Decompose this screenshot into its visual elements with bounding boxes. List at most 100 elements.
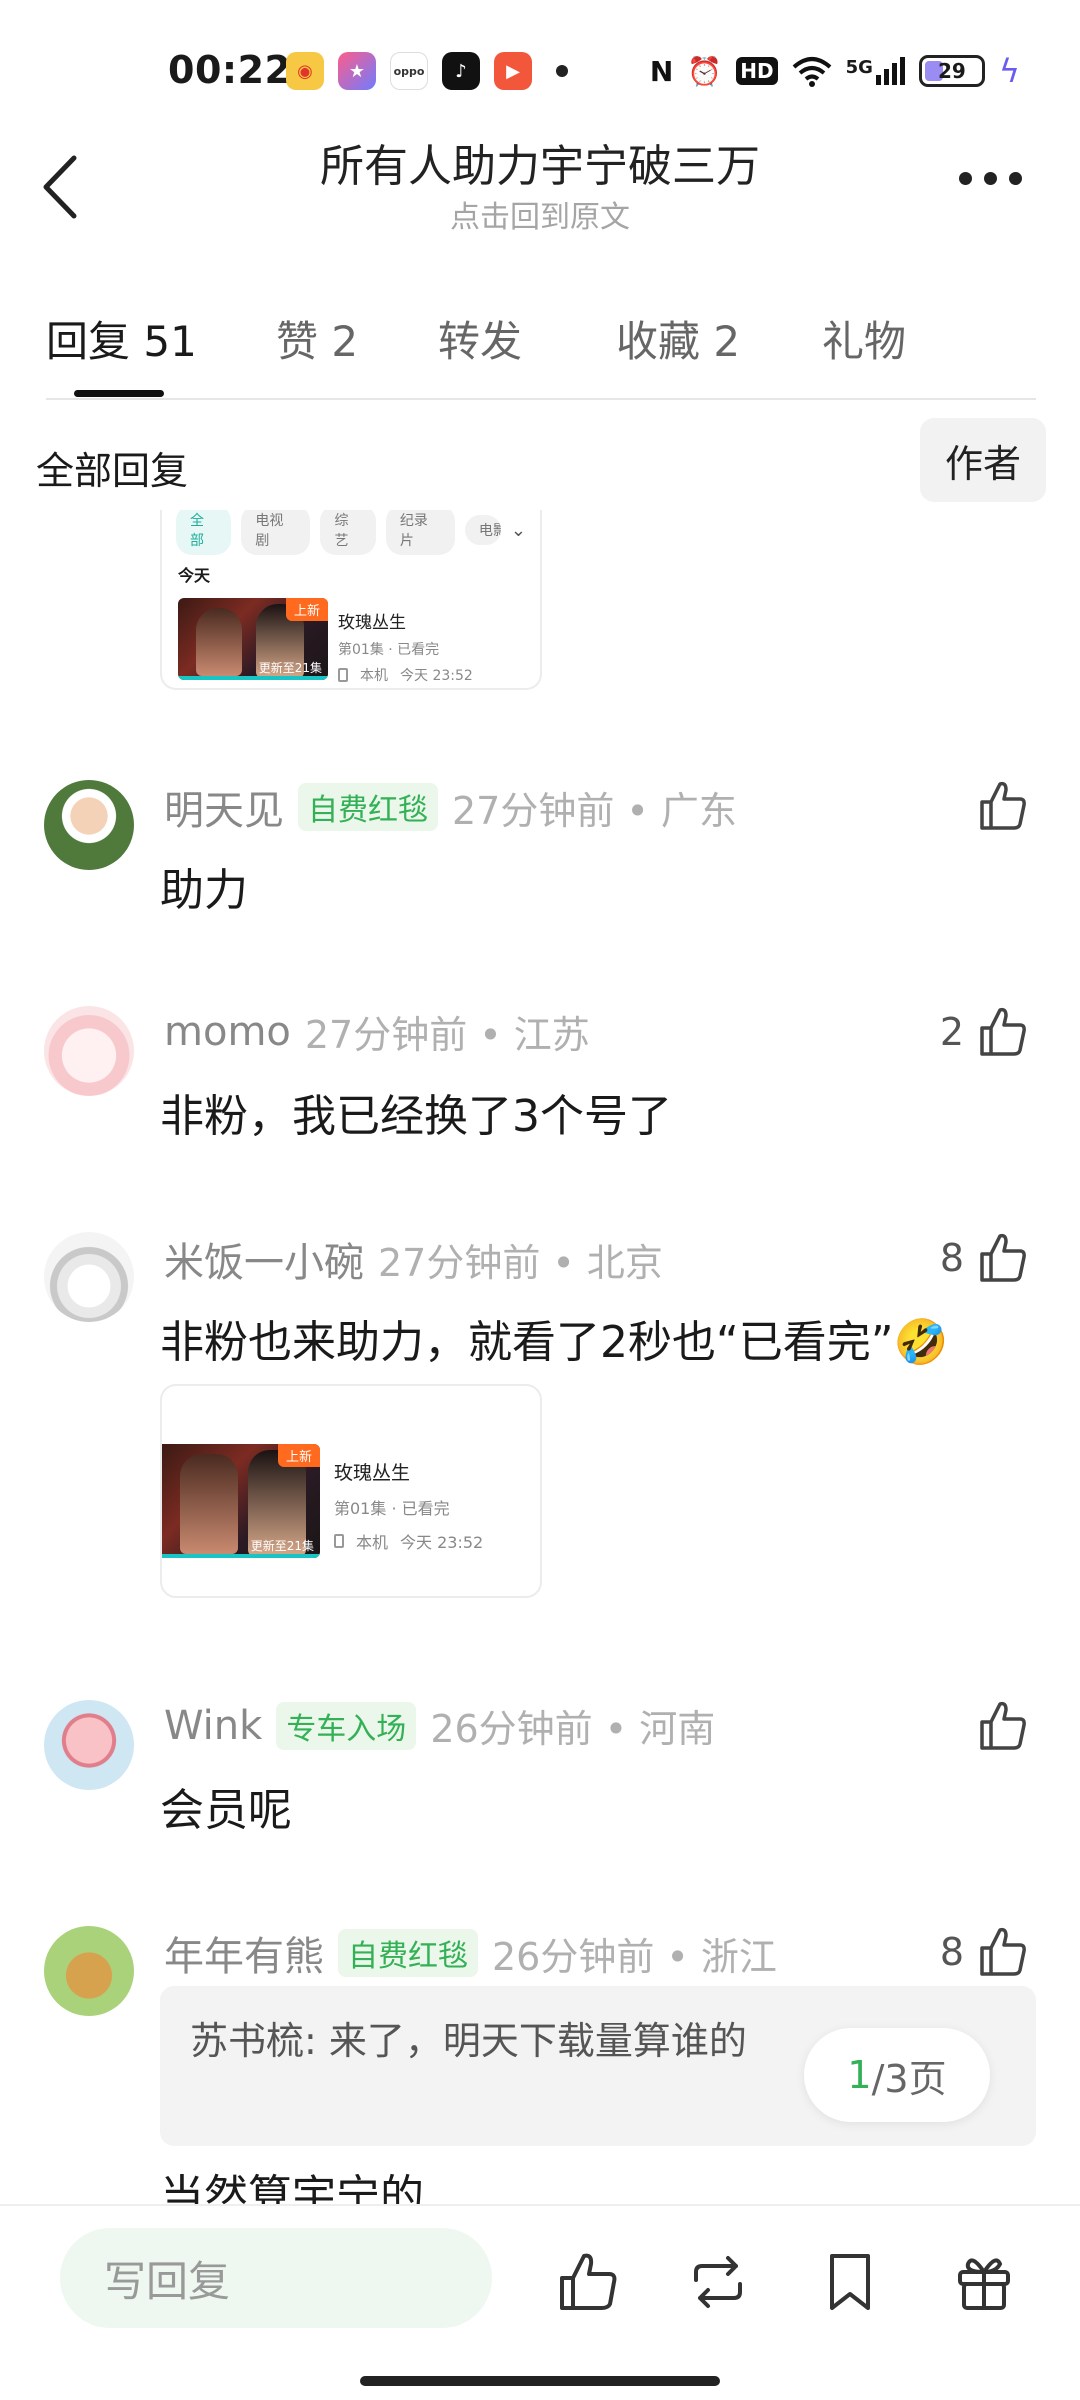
tab-reposts[interactable]: 转发	[438, 308, 522, 369]
current-page: 1	[847, 2053, 872, 2097]
show-name: 玫瑰丛生	[334, 1462, 411, 1484]
phone-icon	[338, 668, 348, 682]
comment-time: 26分钟前 • 浙江	[492, 1934, 777, 1979]
chip-movie: 电影	[464, 515, 501, 545]
like-button[interactable]: 8	[940, 1232, 1028, 1284]
like-count: 8	[939, 1930, 964, 1974]
tab-gifts[interactable]: 礼物	[822, 308, 906, 369]
comment-text: 助力	[160, 865, 248, 916]
weibo-icon: ◉	[286, 52, 324, 90]
filter-bar: 全部回复 作者	[36, 418, 1046, 508]
status-bar: 00:22 ◉ ★ oppo ♪ ▶ N ⏰ HD 5G 29 ϟ	[0, 0, 1080, 130]
comment-text: 非粉，我已经换了3个号了	[160, 1091, 672, 1142]
watch-history-card[interactable]: 全部 电视剧 综艺 纪录片 电影 ⌄ 今天 上新 更新至21集 玫瑰丛生 第01…	[160, 510, 542, 690]
avatar[interactable]	[44, 1926, 134, 2016]
comment-item: momo 27分钟前 • 江苏 非粉，我已经换了3个号了 2	[0, 996, 1080, 1146]
show-poster: 上新 更新至21集	[162, 1444, 320, 1558]
header: 所有人助力宇宁破三万 点击回到原文	[0, 130, 1080, 240]
status-indicators: N ⏰ HD 5G 29 ϟ	[650, 52, 1020, 90]
tiktok-icon: ♪	[442, 52, 480, 90]
notification-icons: ◉ ★ oppo ♪ ▶	[286, 52, 568, 90]
update-label: 更新至21集	[250, 1539, 314, 1553]
avatar[interactable]	[44, 1006, 134, 1096]
page-indicator[interactable]: 1 /3页	[804, 2028, 990, 2122]
thumbs-up-icon	[980, 1233, 1026, 1282]
nfc-icon: N	[649, 54, 674, 88]
commenter-name[interactable]: 明天见	[164, 778, 284, 836]
thumbs-up-icon	[980, 1007, 1026, 1056]
author-filter-button[interactable]: 作者	[920, 418, 1046, 502]
avatar[interactable]	[44, 1232, 134, 1322]
commenter-name[interactable]: Wink	[164, 1703, 262, 1749]
gift-icon[interactable]	[952, 2250, 1016, 2314]
like-icon[interactable]	[556, 2250, 620, 2314]
oppo-icon: oppo	[390, 52, 428, 90]
user-badge: 自费红毯	[338, 1929, 478, 1977]
update-label: 更新至21集	[258, 661, 322, 675]
thumbs-up-icon	[980, 781, 1026, 830]
wifi-icon	[792, 57, 831, 87]
chip-tv: 电视剧	[241, 510, 311, 555]
like-button[interactable]: 8	[940, 1926, 1028, 1978]
comment-item: Wink 专车入场 26分钟前 • 河南 会员呢	[0, 1690, 1080, 1840]
active-tab-indicator	[74, 390, 164, 397]
like-button[interactable]	[978, 1700, 1028, 1752]
new-tag: 上新	[277, 1444, 320, 1467]
show-episode: 第01集 · 已看完	[338, 642, 440, 658]
all-replies-label[interactable]: 全部回复	[36, 440, 188, 495]
quoted-text: 苏书梳: 来了，明天下载量算谁的	[190, 2019, 747, 2063]
page-title: 所有人助力宇宁破三万	[320, 141, 760, 192]
comment-item: 明天见 自费红毯 27分钟前 • 广东 助力	[0, 770, 1080, 920]
bookmark-icon[interactable]	[818, 2250, 882, 2314]
thumbs-up-icon	[980, 1927, 1026, 1976]
watch-history-card[interactable]: 上新 更新至21集 玫瑰丛生 第01集 · 已看完 本机 今天 23:52	[160, 1384, 542, 1598]
chevron-down-icon: ⌄	[510, 519, 526, 541]
comment-time: 26分钟前 • 河南	[430, 1707, 716, 1751]
new-tag: 上新	[285, 598, 328, 621]
star-app-icon: ★	[338, 52, 376, 90]
comment-text: 非粉也来助力，就看了2秒也“已看完”🤣	[160, 1317, 949, 1368]
home-indicator	[360, 2376, 720, 2386]
comment-time: 27分钟前 • 北京	[378, 1240, 663, 1285]
5g-signal-icon: 5G	[846, 57, 905, 85]
commenter-name[interactable]: momo	[164, 1009, 291, 1055]
back-to-original-link[interactable]: 点击回到原文	[0, 192, 1080, 236]
chip-all: 全部	[176, 510, 232, 555]
reply-input[interactable]: 写回复	[60, 2228, 492, 2328]
comment-time: 27分钟前 • 广东	[452, 788, 737, 833]
category-chips: 全部 电视剧 综艺 纪录片 电影 ⌄	[162, 510, 540, 555]
show-row: 上新 更新至21集 玫瑰丛生 第01集 · 已看完 本机 今天 23:52	[162, 1386, 540, 1562]
chip-variety: 综艺	[320, 510, 376, 555]
like-button[interactable]: 2	[940, 1006, 1028, 1058]
avatar[interactable]	[44, 1700, 134, 1790]
battery-indicator: 29	[918, 55, 985, 87]
show-row: 上新 更新至21集 玫瑰丛生 第01集 · 已看完 本机 今天 23:52	[162, 594, 540, 688]
show-meta: 本机 今天 23:52	[338, 665, 473, 685]
tab-replies[interactable]: 回复 51	[46, 308, 197, 369]
chip-documentary: 纪录片	[385, 510, 455, 555]
comment-time: 27分钟前 • 江苏	[304, 1013, 590, 1057]
tab-favorites[interactable]: 收藏 2	[616, 308, 740, 369]
more-options-icon[interactable]	[959, 172, 1022, 185]
alarm-icon: ⏰	[687, 54, 723, 88]
like-count: 2	[939, 1010, 964, 1054]
avatar[interactable]	[44, 780, 134, 870]
comment-text: 当然算宇宁的	[160, 2171, 424, 2206]
commenter-name[interactable]: 年年有熊	[164, 1924, 324, 1982]
show-episode: 第01集 · 已看完	[334, 1499, 450, 1518]
section-today: 今天	[178, 566, 211, 585]
tab-bar: 回复 51 赞 2 转发 收藏 2 礼物	[46, 300, 1036, 400]
show-poster: 上新 更新至21集	[178, 598, 328, 680]
charging-icon: ϟ	[998, 52, 1020, 90]
commenter-name[interactable]: 米饭一小碗	[164, 1230, 364, 1288]
thumbs-up-icon	[980, 1701, 1026, 1750]
video-app-icon: ▶	[494, 52, 532, 90]
like-button[interactable]	[978, 780, 1028, 832]
show-name: 玫瑰丛生	[338, 613, 406, 633]
bottom-action-bar: 写回复	[0, 2204, 1080, 2400]
hd-icon: HD	[736, 57, 778, 85]
repost-icon[interactable]	[686, 2250, 750, 2314]
tab-likes[interactable]: 赞 2	[276, 308, 358, 369]
user-badge: 专车入场	[276, 1701, 417, 1750]
show-meta: 本机 今天 23:52	[334, 1529, 483, 1553]
